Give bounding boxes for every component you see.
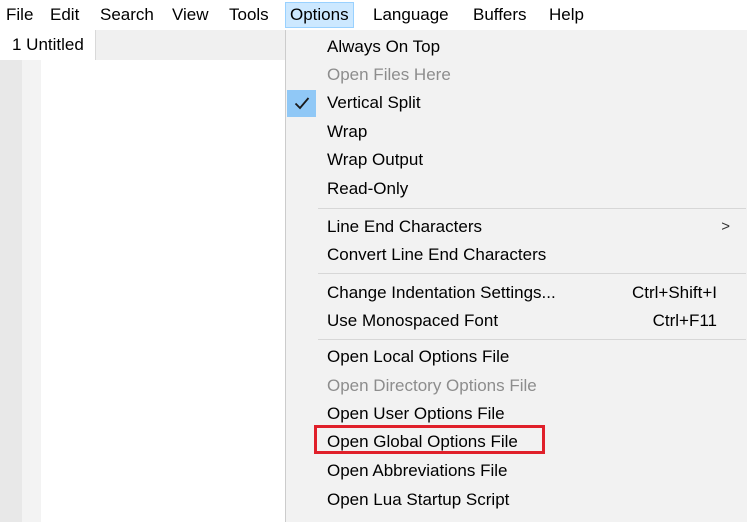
tab-bar: 1 Untitled (0, 30, 285, 60)
menu-view[interactable]: View (171, 3, 210, 27)
menu-item-wrap-output[interactable]: Wrap Output (286, 146, 746, 174)
menu-item-label: Open Local Options File (327, 347, 510, 366)
menu-item-open-directory-options-file: Open Directory Options File (286, 372, 746, 400)
options-dropdown-menu: Always On Top Open Files Here Vertical S… (285, 30, 747, 522)
menu-item-label: Wrap (327, 122, 368, 141)
menu-item-label: Vertical Split (327, 93, 421, 112)
menu-item-label: Use Monospaced Font (327, 311, 499, 330)
fold-margin (22, 60, 41, 522)
menu-item-label: Open Lua Startup Script (327, 490, 510, 509)
menu-separator (318, 339, 746, 340)
menu-item-label: Open Files Here (327, 65, 451, 84)
menu-item-label: Open Directory Options File (327, 376, 537, 395)
menu-item-label: Wrap Output (327, 150, 424, 169)
menu-item-open-user-options-file[interactable]: Open User Options File (286, 400, 746, 428)
menu-file[interactable]: File (5, 3, 34, 27)
menu-item-convert-line-end-characters[interactable]: Convert Line End Characters (286, 241, 746, 269)
checkmark-icon (287, 90, 316, 117)
menu-item-label: Read-Only (327, 179, 409, 198)
menu-buffers[interactable]: Buffers (472, 3, 528, 27)
menu-item-open-global-options-file[interactable]: Open Global Options File (286, 425, 746, 456)
menu-item-use-monospaced-font[interactable]: Use Monospaced Font Ctrl+F11 (286, 307, 746, 335)
menu-item-line-end-characters[interactable]: Line End Characters > (286, 213, 746, 241)
menu-item-vertical-split[interactable]: Vertical Split (286, 89, 746, 117)
menu-item-always-on-top[interactable]: Always On Top (286, 33, 746, 61)
menu-item-read-only[interactable]: Read-Only (286, 175, 746, 203)
menu-language[interactable]: Language (372, 3, 450, 27)
tab-untitled[interactable]: 1 Untitled (0, 30, 96, 60)
menu-separator (318, 273, 746, 274)
line-number-margin (0, 60, 22, 522)
editor-area[interactable] (0, 60, 285, 522)
menu-item-change-indentation-settings[interactable]: Change Indentation Settings... Ctrl+Shif… (286, 279, 746, 307)
menu-item-open-local-options-file[interactable]: Open Local Options File (286, 343, 746, 371)
menu-item-open-files-here: Open Files Here (286, 61, 746, 89)
menu-item-label: Change Indentation Settings... (327, 283, 556, 302)
submenu-arrow-icon: > (721, 218, 730, 235)
menu-item-label: Open Abbreviations File (327, 461, 508, 480)
menu-edit[interactable]: Edit (49, 3, 80, 27)
menu-help[interactable]: Help (548, 3, 585, 27)
menu-item-label: Open User Options File (327, 404, 505, 423)
menu-separator (318, 208, 746, 209)
menu-item-label: Convert Line End Characters (327, 245, 547, 264)
menu-options[interactable]: Options (285, 2, 354, 28)
menu-item-label: Open Global Options File (327, 432, 518, 451)
menu-item-wrap[interactable]: Wrap (286, 118, 746, 146)
menu-item-label: Line End Characters (327, 217, 482, 236)
menu-item-label: Always On Top (327, 37, 441, 56)
shortcut-text: Ctrl+F11 (652, 311, 717, 330)
menu-search[interactable]: Search (99, 3, 155, 27)
menu-bar: File Edit Search View Tools Options Lang… (0, 0, 747, 30)
menu-item-open-abbreviations-file[interactable]: Open Abbreviations File (286, 457, 746, 485)
menu-item-open-lua-startup-script[interactable]: Open Lua Startup Script (286, 486, 746, 514)
shortcut-text: Ctrl+Shift+I (631, 283, 717, 302)
menu-tools[interactable]: Tools (228, 3, 270, 27)
